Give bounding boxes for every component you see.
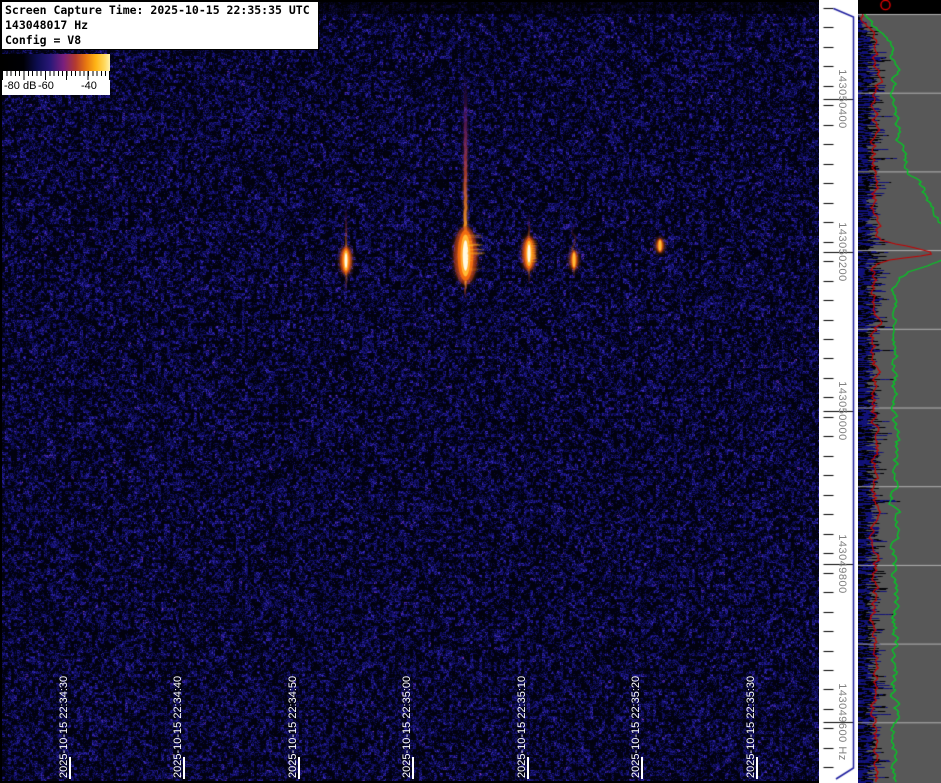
time-axis-tick bbox=[527, 757, 529, 779]
time-axis-tick bbox=[756, 757, 758, 779]
spectrum-lab-screen-capture: Screen Capture Time: 2025-10-15 22:35:35… bbox=[0, 0, 941, 783]
frequency-axis-label: 143050200 bbox=[836, 222, 848, 282]
waterfall-spectrogram bbox=[2, 2, 819, 781]
colorbar-ticks bbox=[2, 71, 110, 80]
capture-info-box: Screen Capture Time: 2025-10-15 22:35:35… bbox=[1, 1, 319, 50]
frequency-axis-label: 143049800 bbox=[836, 534, 848, 594]
colorbar-label-mid: -60 bbox=[38, 80, 54, 92]
time-axis-tick bbox=[183, 757, 185, 779]
frequency-line: 143048017 Hz bbox=[5, 18, 315, 33]
capture-time-line: Screen Capture Time: 2025-10-15 22:35:35… bbox=[5, 3, 315, 18]
intensity-colorbar: -80 dB -60 -40 bbox=[2, 54, 110, 95]
frequency-axis-label: 143050000 bbox=[836, 381, 848, 441]
colorbar-labels: -80 dB -60 -40 bbox=[2, 80, 110, 94]
time-axis-tick bbox=[69, 757, 71, 779]
time-axis-tick bbox=[412, 757, 414, 779]
colorbar-label-max: -40 bbox=[81, 80, 97, 92]
config-line: Config = V8 bbox=[5, 33, 315, 48]
colorbar-gradient bbox=[2, 54, 110, 71]
frequency-axis-label: 143049600 Hz bbox=[836, 683, 848, 761]
colorbar-label-min: -80 dB bbox=[4, 80, 36, 92]
time-axis-tick bbox=[298, 757, 300, 779]
spectrum-graph-panel bbox=[858, 0, 941, 783]
time-axis-tick bbox=[641, 757, 643, 779]
frequency-axis-label: 143050400 bbox=[836, 69, 848, 129]
